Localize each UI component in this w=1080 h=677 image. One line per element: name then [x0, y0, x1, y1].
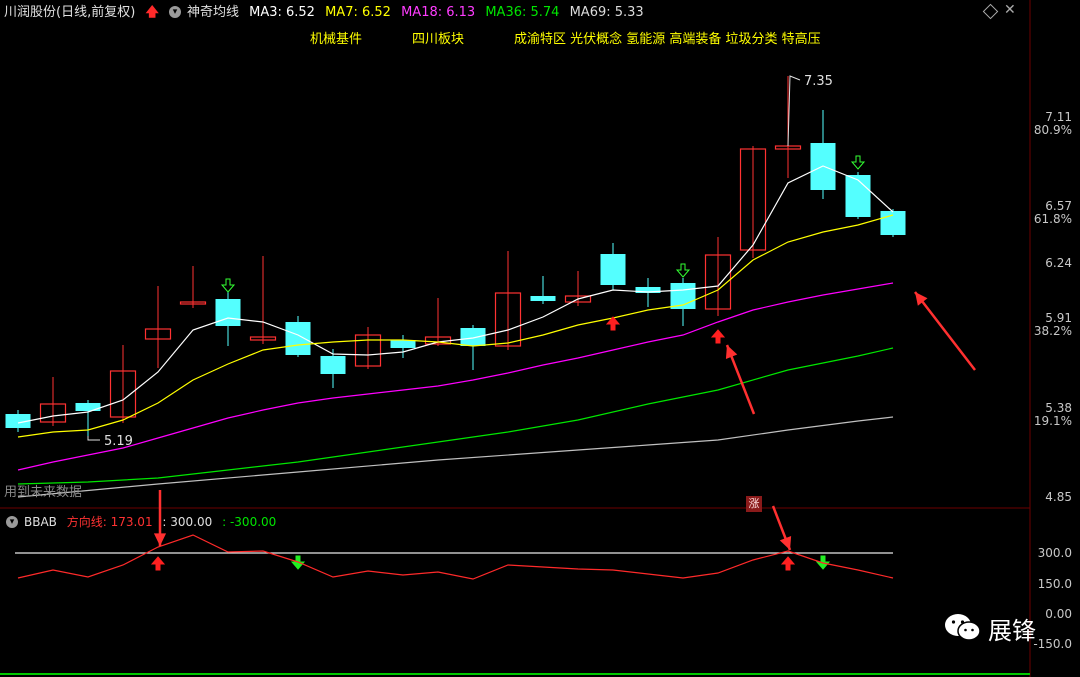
wechat-icon [945, 614, 981, 641]
price-axis-label: 6.24 [1045, 256, 1072, 270]
chart-header: 川润股份(日线,前复权) 🡅 ▾ 神奇均线 MA3: 6.52 MA7: 6.52… [0, 0, 1030, 26]
indicator-title[interactable]: BBAB [24, 515, 57, 529]
candle-body-down [460, 328, 486, 346]
up-arrow-icon [780, 556, 796, 571]
low-leader-line [87, 436, 100, 441]
future-data-note: 用到未来数据 [4, 485, 83, 500]
concept-label: 机械基件 [310, 32, 363, 47]
candle-body-down [880, 211, 906, 235]
price-axis-label: 5.91 [1045, 311, 1072, 325]
up-arrow-icon [710, 329, 726, 344]
indicator-axis-label: -150.0 [1033, 637, 1072, 651]
high-leader-line [787, 75, 801, 147]
ma7-value: MA7: 6.52 [325, 5, 391, 20]
candle-body-down [320, 356, 346, 374]
period-label[interactable]: (日线,前复权) [56, 5, 135, 20]
concept-label: 成渝特区 光伏概念 氢能源 高端装备 垃圾分类 特高压 [514, 32, 821, 47]
indicator-header: ▾ BBAB 方向线: 173.01 : 300.00 : -300.00 [0, 512, 282, 532]
price-axis-label: 19.1% [1033, 414, 1072, 428]
ma18-line [17, 282, 894, 471]
ma69-value: MA69: 5.33 [569, 5, 644, 20]
high-price-label: 7.35 [804, 74, 833, 89]
price-axis-label: 4.85 [1045, 490, 1072, 504]
low-price-label: 5.19 [104, 434, 133, 449]
close-icon[interactable]: ✕ [1004, 2, 1016, 18]
price-axis-label: 80.9% [1033, 123, 1072, 137]
ma3-value: MA3: 6.52 [249, 5, 315, 20]
candle-body-down [75, 403, 101, 411]
candle-body-down [845, 175, 871, 217]
ma69-line [17, 416, 894, 498]
price-axis-label: 6.57 [1045, 199, 1072, 213]
up-arrow-icon [150, 556, 166, 571]
ma36-line [17, 347, 894, 485]
indicator-menu-icon[interactable]: ▾ [6, 515, 18, 528]
watermark-text: 展锋 [988, 616, 1036, 645]
up-arrow-icon: 🡅 [145, 5, 159, 20]
candle-body-down [600, 254, 626, 285]
ma3-line [17, 165, 894, 424]
price-axis-label: 5.38 [1045, 401, 1072, 415]
candle-body-down [530, 296, 556, 301]
candle-body-down [215, 299, 241, 326]
limit-up-badge: 涨 [746, 496, 762, 512]
candlestick-chart[interactable] [0, 0, 1080, 677]
buy-signal-down-arrow-icon [220, 278, 236, 293]
ma36-value: MA36: 5.74 [485, 5, 560, 20]
indicator-axis-label: 0.00 [1045, 607, 1072, 621]
ma7-line [17, 214, 894, 438]
direction-line [17, 534, 894, 580]
stock-name[interactable]: 川润股份 [4, 5, 56, 20]
callout-arrow-head [915, 292, 928, 306]
upper-line-value: : 300.00 [162, 515, 213, 529]
callout-arrow-head [153, 533, 167, 546]
candle-body-down [390, 340, 416, 348]
price-axis-label: 38.2% [1033, 324, 1072, 338]
watermark: 展锋 [944, 608, 1036, 648]
kline-chart-screen: 川润股份(日线,前复权) 🡅 ▾ 神奇均线 MA3: 6.52 MA7: 6.52… [0, 0, 1080, 677]
price-axis-label: 7.11 [1045, 110, 1072, 124]
price-axis-label: 61.8% [1033, 212, 1072, 226]
down-arrow-icon [850, 155, 866, 170]
candle-body-down [285, 322, 311, 355]
callout-arrow [914, 291, 976, 371]
indicator-name[interactable]: 神奇均线 [187, 5, 239, 20]
concept-label: 四川板块 [412, 32, 465, 47]
indicator-axis-label: 300.0 [1037, 546, 1072, 560]
down-arrow-icon [675, 263, 691, 278]
direction-line-value: 方向线: 173.01 [66, 515, 153, 529]
indicator-axis-label: 150.0 [1037, 577, 1072, 591]
ma18-value: MA18: 6.13 [401, 5, 476, 20]
lower-line-value: : -300.00 [222, 515, 277, 529]
indicator-menu-icon[interactable]: ▾ [168, 5, 181, 18]
